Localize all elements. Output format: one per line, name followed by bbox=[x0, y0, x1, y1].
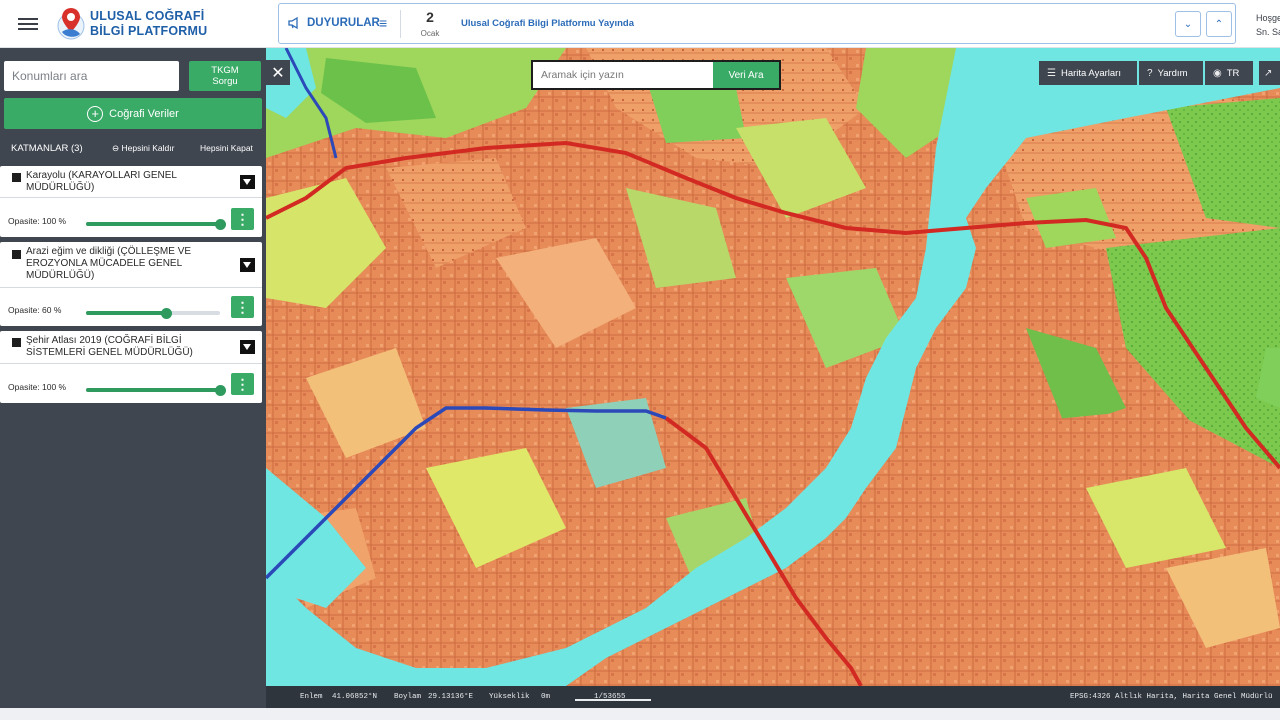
longitude-label: Boylam bbox=[394, 693, 422, 701]
elevation-label: Yükseklik bbox=[489, 693, 530, 701]
layer-card: Karayolu (KARAYOLLARI GENEL MÜDÜRLÜĞÜ) O… bbox=[0, 166, 262, 237]
slider-handle[interactable] bbox=[214, 218, 226, 230]
list-icon[interactable]: ≡ bbox=[379, 15, 387, 31]
layer-checkbox[interactable] bbox=[12, 338, 21, 347]
layer-sidebar: TKGM Sorgu + Coğrafi Veriler KATMANLAR (… bbox=[0, 48, 266, 708]
close-sidebar-button[interactable]: ✕ bbox=[266, 60, 290, 85]
data-search-input[interactable] bbox=[533, 62, 711, 88]
tkgm-label-2: Sorgu bbox=[212, 76, 238, 87]
app-root: ULUSAL COĞRAFİ BİLGİ PLATFORMU DUYURULAR… bbox=[0, 0, 1280, 720]
layer-checkbox[interactable] bbox=[12, 173, 21, 182]
elevation-value: 0m bbox=[541, 693, 551, 701]
divider bbox=[400, 10, 401, 38]
opacity-slider[interactable] bbox=[86, 218, 226, 230]
layer-checkbox[interactable] bbox=[12, 250, 21, 259]
slider-fill bbox=[86, 311, 167, 315]
geo-data-button[interactable]: + Coğrafi Veriler bbox=[4, 98, 262, 129]
layer-header: Arazi eğim ve dikliği (ÇÖLLEŞME VE EROZY… bbox=[0, 242, 262, 288]
layer-card: Şehir Atlası 2019 (COĞRAFİ BİLGİ SİSTEML… bbox=[0, 331, 262, 403]
announcement-month: Ocak bbox=[420, 29, 440, 38]
brand-line-1: ULUSAL COĞRAFİ bbox=[90, 9, 205, 23]
map-settings-button[interactable]: ☰ Harita Ayarları bbox=[1039, 61, 1137, 85]
opacity-slider[interactable] bbox=[86, 384, 226, 396]
platform-logo bbox=[57, 8, 85, 40]
tkgm-query-button[interactable]: TKGM Sorgu bbox=[189, 61, 261, 91]
layer-header: Şehir Atlası 2019 (COĞRAFİ BİLGİ SİSTEML… bbox=[0, 331, 262, 364]
layer-header: Karayolu (KARAYOLLARI GENEL MÜDÜRLÜĞÜ) bbox=[0, 166, 262, 198]
slider-handle[interactable] bbox=[214, 384, 226, 396]
scale-bar bbox=[575, 699, 651, 701]
brand-line-2: BİLGİ PLATFORMU bbox=[90, 24, 208, 38]
top-header: ULUSAL COĞRAFİ BİLGİ PLATFORMU DUYURULAR… bbox=[0, 0, 1280, 48]
bottom-strip bbox=[0, 708, 1280, 720]
layer-name: Arazi eğim ve dikliği (ÇÖLLEŞME VE EROZY… bbox=[26, 246, 192, 281]
megaphone-icon bbox=[288, 16, 298, 30]
caret-down-icon[interactable] bbox=[240, 258, 255, 272]
eye-off-icon: ⊖ bbox=[112, 143, 120, 153]
greeting-line-2: Sn. Sa bbox=[1256, 27, 1280, 37]
latitude-value: 41.06852°N bbox=[332, 693, 378, 701]
user-greeting[interactable]: Hoşge Sn. Sa bbox=[1256, 11, 1280, 39]
hide-all-label: Hepsini Kaldır bbox=[121, 143, 175, 153]
layers-header: KATMANLAR (3) ⊖ Hepsini Kaldır Hepsini K… bbox=[0, 134, 266, 160]
plus-circle-icon: + bbox=[87, 105, 104, 122]
layers-title: KATMANLAR (3) bbox=[11, 143, 83, 154]
layer-name: Şehir Atlası 2019 (COĞRAFİ BİLGİ SİSTEML… bbox=[26, 335, 193, 358]
layer-card: Arazi eğim ve dikliği (ÇÖLLEŞME VE EROZY… bbox=[0, 242, 262, 326]
longitude-value: 29.13136°E bbox=[428, 693, 474, 701]
close-all-button[interactable]: Hepsini Kapat bbox=[200, 143, 253, 153]
status-bar: Enlem 41.06852°N Boylam 29.13136°E Yükse… bbox=[266, 686, 1280, 708]
more-options-icon[interactable]: ⋮ bbox=[231, 373, 254, 395]
announcement-bar: DUYURULAR ≡ 2 Ocak Ulusal Coğrafi Bilgi … bbox=[278, 3, 1236, 44]
caret-down-icon[interactable] bbox=[240, 340, 255, 354]
chevron-up-icon: ⌃ bbox=[1214, 18, 1224, 30]
map-layers bbox=[266, 48, 1280, 686]
chevron-down-icon: ⌄ bbox=[1183, 18, 1193, 30]
data-search-box: Veri Ara bbox=[531, 60, 781, 90]
caret-down-icon[interactable] bbox=[240, 175, 255, 189]
map-settings-label: Harita Ayarları bbox=[1060, 67, 1121, 79]
announcement-prev-button[interactable]: ⌃ bbox=[1206, 11, 1232, 37]
map-canvas[interactable] bbox=[266, 48, 1280, 686]
layers-icon: ☰ bbox=[1047, 67, 1056, 79]
latitude-label: Enlem bbox=[300, 693, 323, 701]
language-label: TR bbox=[1226, 67, 1240, 79]
opacity-label: Opasite: 100 % bbox=[8, 382, 67, 392]
help-label: Yardım bbox=[1157, 67, 1188, 79]
location-search-input[interactable] bbox=[4, 61, 179, 91]
announcement-next-button[interactable]: ⌄ bbox=[1175, 11, 1201, 37]
opacity-label: Opasite: 100 % bbox=[8, 216, 67, 226]
announcement-day: 2 bbox=[426, 9, 434, 25]
greeting-line-1: Hoşge bbox=[1256, 13, 1280, 23]
tkgm-label-1: TKGM bbox=[211, 65, 239, 76]
more-options-icon[interactable]: ⋮ bbox=[231, 296, 254, 318]
menu-icon[interactable] bbox=[18, 15, 38, 33]
slider-fill bbox=[86, 222, 220, 226]
question-icon: ? bbox=[1147, 67, 1153, 79]
help-button[interactable]: ? Yardım bbox=[1139, 61, 1203, 85]
language-button[interactable]: ◉ TR bbox=[1205, 61, 1253, 85]
opacity-label: Opasite: 60 % bbox=[8, 305, 62, 315]
slider-handle[interactable] bbox=[160, 307, 172, 319]
more-options-icon[interactable]: ⋮ bbox=[231, 208, 254, 230]
share-button[interactable]: ↗ bbox=[1259, 61, 1280, 85]
layer-name: Karayolu (KARAYOLLARI GENEL MÜDÜRLÜĞÜ) bbox=[26, 170, 177, 193]
globe-icon: ◉ bbox=[1213, 67, 1222, 79]
attribution: EPSG:4326 Altlık Harita, Harita Genel Mü… bbox=[1070, 693, 1273, 701]
announcement-text[interactable]: Ulusal Coğrafi Bilgi Platformu Yayında bbox=[461, 18, 634, 29]
hide-all-button[interactable]: ⊖ Hepsini Kaldır bbox=[112, 143, 174, 154]
external-link-icon: ↗ bbox=[1264, 67, 1273, 79]
announcements-label[interactable]: DUYURULAR bbox=[307, 17, 380, 29]
opacity-slider[interactable] bbox=[86, 307, 220, 319]
close-icon: ✕ bbox=[271, 64, 285, 82]
brand-title: ULUSAL COĞRAFİ BİLGİ PLATFORMU bbox=[90, 9, 207, 39]
geo-data-label: Coğrafi Veriler bbox=[109, 107, 179, 120]
data-search-button[interactable]: Veri Ara bbox=[713, 62, 779, 88]
slider-fill bbox=[86, 388, 220, 392]
